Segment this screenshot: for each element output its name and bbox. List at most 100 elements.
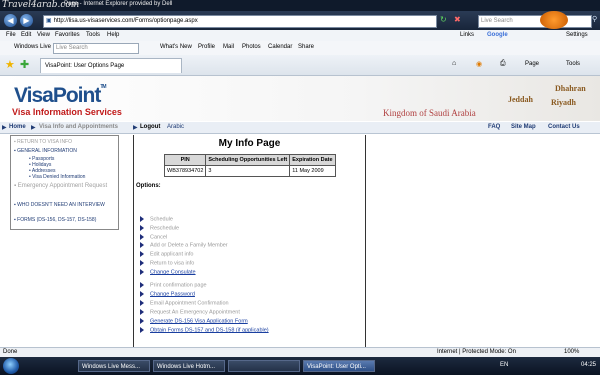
forward-button[interactable]: ▶	[20, 14, 33, 27]
start-button[interactable]	[3, 358, 19, 374]
option-arrow-icon	[140, 327, 144, 333]
city-dhahran: Dhahran	[555, 84, 586, 93]
favorites-star-icon[interactable]: ★	[5, 58, 15, 71]
page-menu[interactable]: Page	[525, 61, 539, 67]
google-toolbar-label[interactable]: Google	[487, 32, 508, 38]
add-favorites-icon[interactable]: ✚	[20, 58, 29, 71]
links-label[interactable]: Links	[460, 32, 474, 38]
nav-home[interactable]: Home	[9, 124, 26, 130]
task-visapoint[interactable]: VisaPoint: User Opti...	[303, 360, 375, 372]
left-menu-emergency-label: Emergency Appointment Request	[17, 183, 108, 189]
search-placeholder: Live Search	[481, 18, 513, 24]
option-item: Cancel	[140, 234, 167, 240]
col-expiration: Expiration Date	[289, 154, 336, 166]
banner: VisaPointTM Visa Information Services Ki…	[0, 76, 600, 121]
tools-menu[interactable]: Tools	[566, 61, 580, 67]
address-bar[interactable]: ▣ http://lisa.us-visaservices.com/Forms/o…	[43, 15, 437, 28]
info-table: PIN Scheduling Opportunities Left Expira…	[163, 154, 336, 177]
menu-view[interactable]: View	[37, 32, 50, 38]
menu-tools[interactable]: Tools	[86, 32, 100, 38]
live-link-share[interactable]: Share	[298, 44, 314, 50]
visapoint-logo: VisaPointTM	[14, 84, 107, 108]
windows-live-toolbar: Windows Live Live Search What's New Prof…	[0, 41, 600, 56]
live-link-whats-new[interactable]: What's New	[160, 44, 192, 50]
option-arrow-icon	[140, 300, 144, 306]
live-search-input[interactable]: Live Search	[478, 15, 592, 28]
refresh-icon[interactable]: ↻	[440, 15, 447, 24]
options-label: Options:	[136, 183, 161, 189]
left-menu-return[interactable]: ▪ RETURN TO VISA INFO	[14, 139, 72, 145]
live-link-profile[interactable]: Profile	[198, 44, 215, 50]
settings-label[interactable]: Settings	[566, 32, 588, 38]
print-icon[interactable]: ⎙	[500, 60, 506, 68]
task-label: Windows Live Hotm...	[157, 364, 216, 370]
cell-expiration: 11 May 2009	[289, 165, 336, 177]
search-icon[interactable]: ⚲	[592, 15, 597, 23]
home-icon[interactable]: ⌂	[452, 60, 456, 67]
option-item[interactable]: Generate DS-156 Visa Application Form	[140, 318, 248, 324]
breadcrumb-arrow: ▶	[31, 125, 36, 131]
menu-edit[interactable]: Edit	[21, 32, 31, 38]
left-menu-sub-label: Visa Denied Information	[32, 174, 86, 180]
col-scheduling: Scheduling Opportunities Left	[205, 154, 291, 166]
menu-file[interactable]: File	[6, 32, 16, 38]
option-item[interactable]: Change Password	[140, 291, 195, 297]
left-menu-interview[interactable]: ▪ WHO DOESN'T NEED AN INTERVIEW	[14, 202, 114, 208]
live-link-mail[interactable]: Mail	[223, 44, 234, 50]
nav-arabic[interactable]: Arabic	[167, 124, 184, 130]
nav-sitemap[interactable]: Site Map	[511, 124, 536, 130]
cell-pin: WB378934702	[163, 165, 207, 177]
live-toolbar-search-input[interactable]: Live Search	[53, 43, 139, 54]
nav-logout[interactable]: Logout	[140, 124, 160, 130]
option-item[interactable]: Obtain Forms DS-157 and DS-158 (if appli…	[140, 327, 269, 333]
left-menu-general-label: GENERAL INFORMATION	[17, 148, 77, 154]
live-link-calendar[interactable]: Calendar	[268, 44, 292, 50]
stop-icon[interactable]: ✖	[454, 15, 461, 24]
table-row: WB378934702 3 11 May 2009	[163, 165, 336, 177]
windows-live-label[interactable]: Windows Live	[14, 44, 51, 50]
task-arabic-window[interactable]	[228, 360, 300, 372]
breadcrumb-arrow: ▶	[133, 125, 138, 131]
option-label: Change Consulate	[150, 269, 196, 276]
task-label: Windows Live Mess...	[82, 364, 141, 370]
feeds-icon[interactable]: ◉	[476, 60, 482, 68]
address-row: ◀ ▶ ▣ http://lisa.us-visaservices.com/For…	[0, 11, 600, 30]
left-menu-sub-visa-denied[interactable]: • Visa Denied Information	[29, 174, 85, 180]
option-item: Add or Delete a Family Member	[140, 242, 228, 248]
nav-contact[interactable]: Contact Us	[548, 124, 580, 130]
page-icon: ▣	[46, 18, 52, 24]
language-indicator[interactable]: EN	[500, 362, 508, 368]
option-item: Email Appointment Confirmation	[140, 300, 229, 306]
logo-text: VisaPoint	[14, 84, 101, 107]
option-item[interactable]: Change Consulate	[140, 269, 196, 275]
option-label: Request An Emergency Appointment	[150, 309, 240, 316]
left-menu-general[interactable]: ▪ GENERAL INFORMATION	[14, 148, 77, 154]
tab-visapoint[interactable]: VisaPoint: User Options Page	[40, 58, 182, 73]
left-menu-return-label: RETURN TO VISA INFO	[17, 139, 72, 145]
option-arrow-icon	[140, 216, 144, 222]
option-label: Change Password	[150, 291, 195, 298]
logo-subtitle: Visa Information Services	[12, 107, 122, 117]
left-menu-forms[interactable]: ▪ FORMS (DS-156, DS-157, DS-158)	[14, 217, 114, 223]
page-title: My Info Page	[218, 138, 281, 149]
option-item: Edit applicant info	[140, 251, 193, 257]
zoom-level[interactable]: 100%	[564, 349, 579, 355]
back-button[interactable]: ◀	[4, 14, 17, 27]
nav-visa-info[interactable]: Visa Info and Appointments	[39, 124, 118, 130]
country-title: Kingdom of Saudi Arabia	[383, 108, 476, 118]
option-label: Edit applicant info	[150, 251, 194, 258]
option-item: Return to visa info	[140, 260, 194, 266]
menu-favorites[interactable]: Favorites	[55, 32, 80, 38]
option-arrow-icon	[140, 234, 144, 240]
col-pin: PIN	[163, 154, 207, 166]
nav-faq[interactable]: FAQ	[488, 124, 500, 130]
clock: 04:25	[580, 362, 596, 368]
menu-help[interactable]: Help	[107, 32, 119, 38]
left-menu-emergency[interactable]: ▪ Emergency Appointment Request	[14, 183, 114, 189]
option-arrow-icon	[140, 291, 144, 297]
live-link-photos[interactable]: Photos	[242, 44, 261, 50]
option-item: Reschedule	[140, 225, 179, 231]
task-windows-live-messenger[interactable]: Windows Live Mess...	[78, 360, 150, 372]
tab-bar: ★ ✚ VisaPoint: User Options Page ⌂ ◉ ⎙ P…	[0, 55, 600, 76]
task-windows-live-hotmail[interactable]: Windows Live Hotm...	[153, 360, 225, 372]
